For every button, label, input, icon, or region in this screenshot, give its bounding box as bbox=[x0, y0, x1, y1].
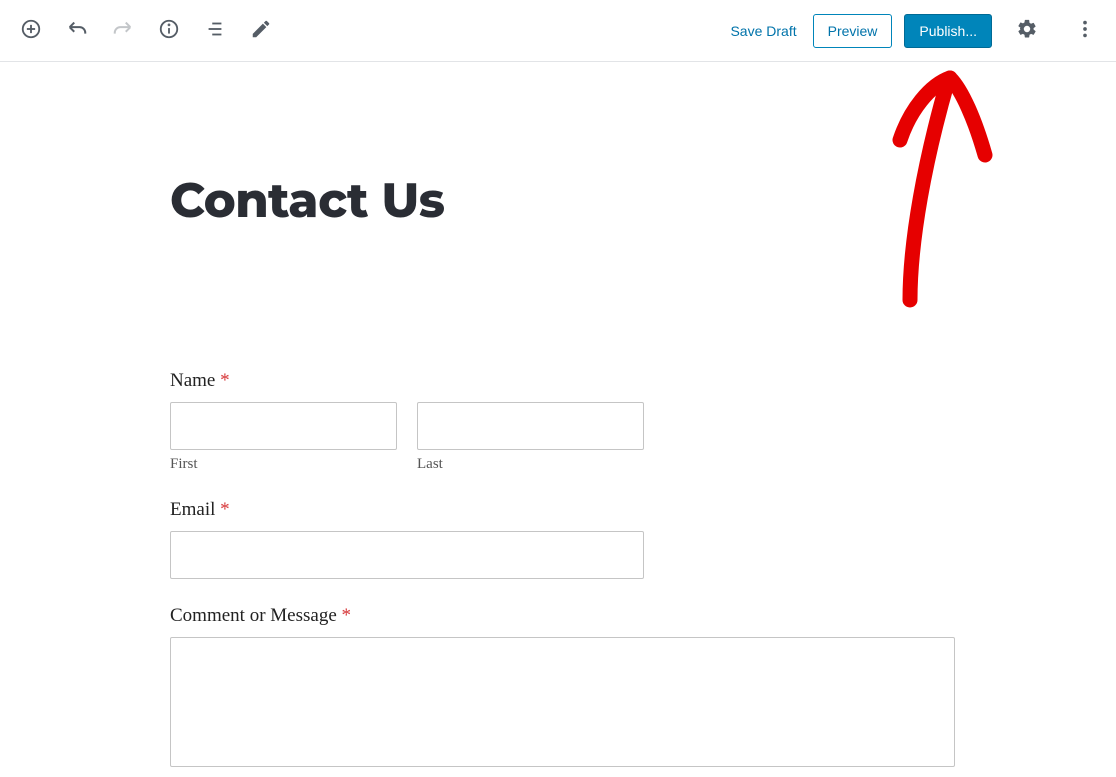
add-block-button[interactable] bbox=[8, 8, 54, 54]
name-label: Name * bbox=[170, 370, 946, 392]
publish-button[interactable]: Publish... bbox=[904, 14, 992, 48]
required-mark: * bbox=[220, 370, 230, 391]
info-icon bbox=[158, 18, 180, 43]
email-field-group: Email * bbox=[170, 499, 946, 579]
preview-button[interactable]: Preview bbox=[813, 14, 893, 48]
email-input[interactable] bbox=[170, 531, 644, 579]
comment-textarea[interactable] bbox=[170, 637, 955, 767]
name-field-group: Name * First Last bbox=[170, 370, 946, 473]
email-label: Email * bbox=[170, 499, 946, 521]
settings-button[interactable] bbox=[1004, 8, 1050, 54]
toolbar-left-group bbox=[8, 8, 284, 54]
more-vertical-icon bbox=[1074, 18, 1096, 43]
name-row: First Last bbox=[170, 402, 946, 473]
comment-label-text: Comment or Message bbox=[170, 605, 342, 626]
last-name-sublabel: Last bbox=[417, 456, 644, 473]
save-draft-button[interactable]: Save Draft bbox=[726, 15, 800, 47]
first-name-col: First bbox=[170, 402, 397, 473]
name-label-text: Name bbox=[170, 370, 220, 391]
comment-label: Comment or Message * bbox=[170, 605, 946, 627]
more-options-button[interactable] bbox=[1062, 8, 1108, 54]
last-name-col: Last bbox=[417, 402, 644, 473]
gear-icon bbox=[1016, 18, 1038, 43]
list-icon bbox=[204, 18, 226, 43]
pencil-icon bbox=[250, 18, 272, 43]
editor-toolbar: Save Draft Preview Publish... bbox=[0, 0, 1116, 62]
undo-icon bbox=[66, 18, 88, 43]
first-name-input[interactable] bbox=[170, 402, 397, 450]
redo-icon bbox=[112, 18, 134, 43]
editor-content: Contact Us Name * First Last Email * Com… bbox=[0, 62, 1116, 771]
email-label-text: Email bbox=[170, 499, 220, 520]
required-mark: * bbox=[220, 499, 230, 520]
plus-circle-icon bbox=[20, 18, 42, 43]
page-title[interactable]: Contact Us bbox=[170, 172, 946, 230]
toolbar-right-group: Save Draft Preview Publish... bbox=[726, 8, 1108, 54]
required-mark: * bbox=[342, 605, 352, 626]
block-navigation-button[interactable] bbox=[192, 8, 238, 54]
first-name-sublabel: First bbox=[170, 456, 397, 473]
edit-button[interactable] bbox=[238, 8, 284, 54]
content-info-button[interactable] bbox=[146, 8, 192, 54]
last-name-input[interactable] bbox=[417, 402, 644, 450]
undo-button[interactable] bbox=[54, 8, 100, 54]
redo-button[interactable] bbox=[100, 8, 146, 54]
comment-field-group: Comment or Message * bbox=[170, 605, 946, 771]
